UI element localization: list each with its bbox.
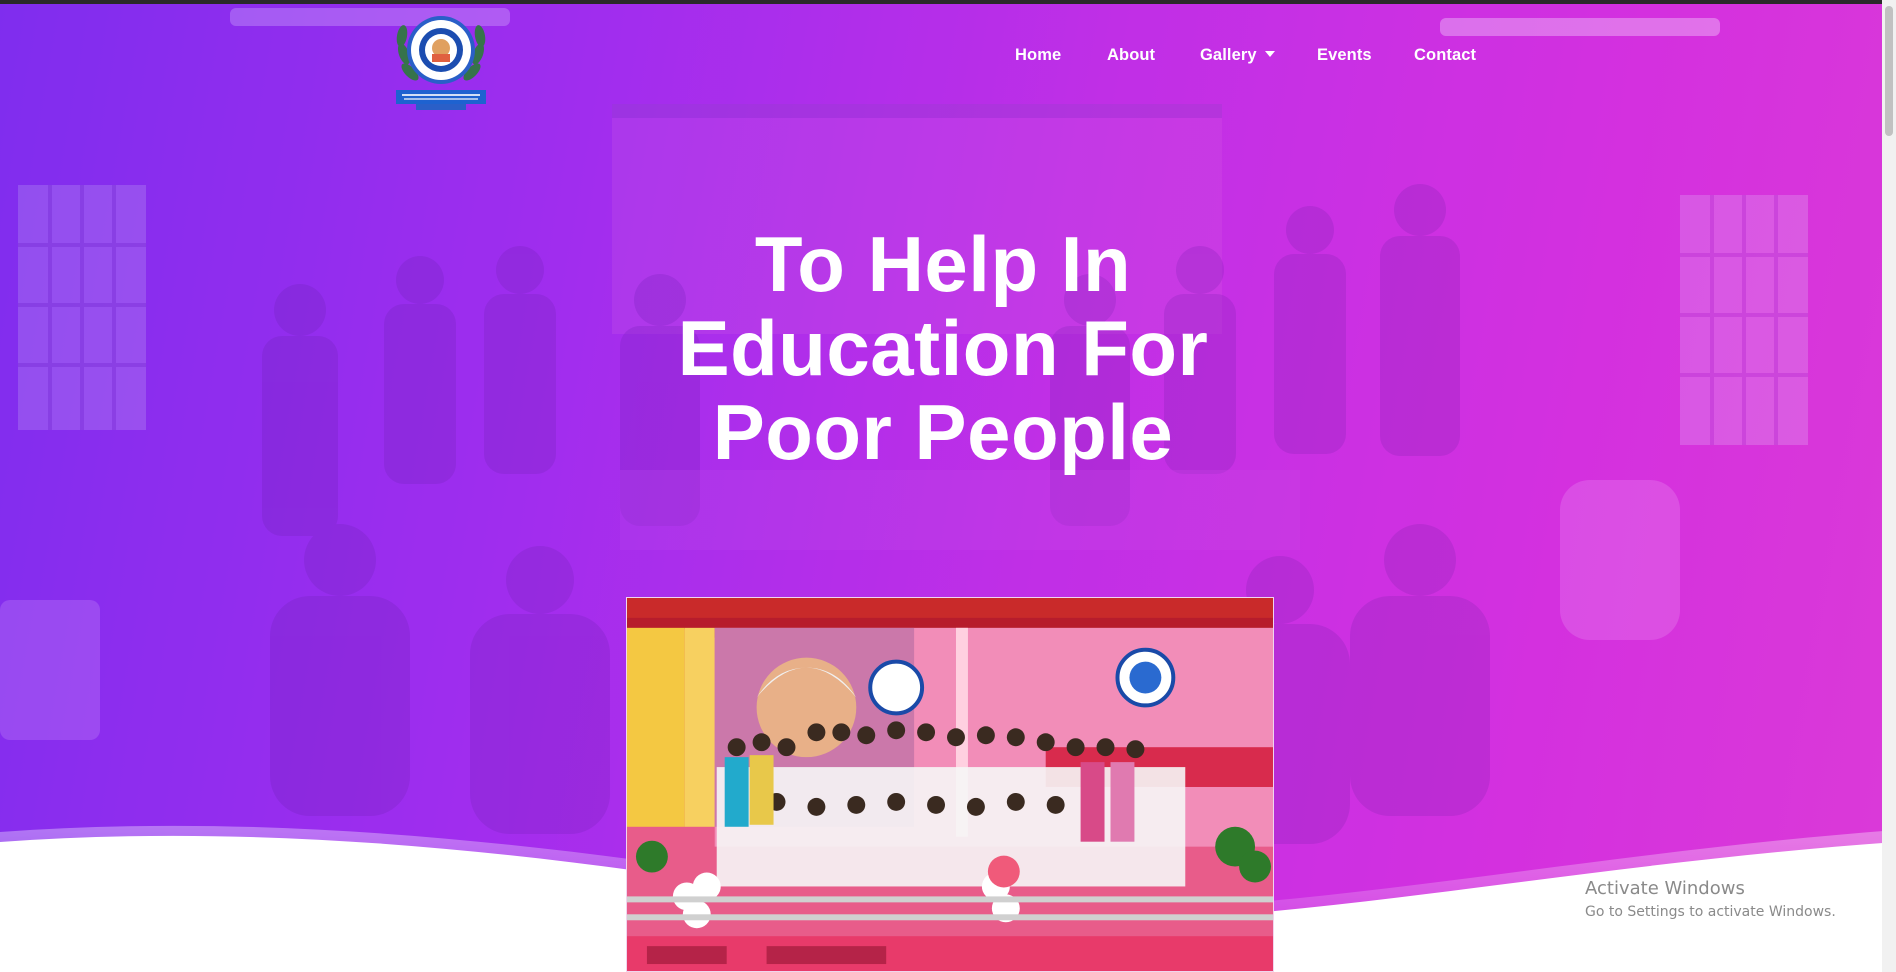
nav-events-link[interactable]: Events (1317, 46, 1372, 65)
main-nav: Home About Gallery Events Contact (0, 46, 1896, 70)
top-strip (0, 0, 1896, 4)
page-scrollbar[interactable] (1882, 0, 1896, 972)
windows-activation-title: Activate Windows (1585, 878, 1745, 899)
hero-section: Home About Gallery Events Contact To Hel… (0, 0, 1896, 972)
nav-home-link[interactable]: Home (1015, 46, 1061, 65)
nav-contact-link[interactable]: Contact (1414, 46, 1476, 65)
headline-line-1: To Help In (754, 220, 1132, 308)
group-photo[interactable] (626, 597, 1274, 972)
nav-gallery-label: Gallery (1200, 46, 1257, 64)
chevron-down-icon (1264, 51, 1275, 57)
headline-line-3: Poor People (712, 388, 1174, 476)
nav-about-link[interactable]: About (1107, 46, 1155, 65)
nav-gallery-dropdown[interactable]: Gallery (1200, 46, 1275, 65)
hero-headline: To Help In Education For Poor People (600, 222, 1286, 474)
windows-activation-subtitle: Go to Settings to activate Windows. (1585, 904, 1836, 920)
headline-line-2: Education For (677, 304, 1209, 392)
scrollbar-thumb[interactable] (1885, 6, 1893, 136)
